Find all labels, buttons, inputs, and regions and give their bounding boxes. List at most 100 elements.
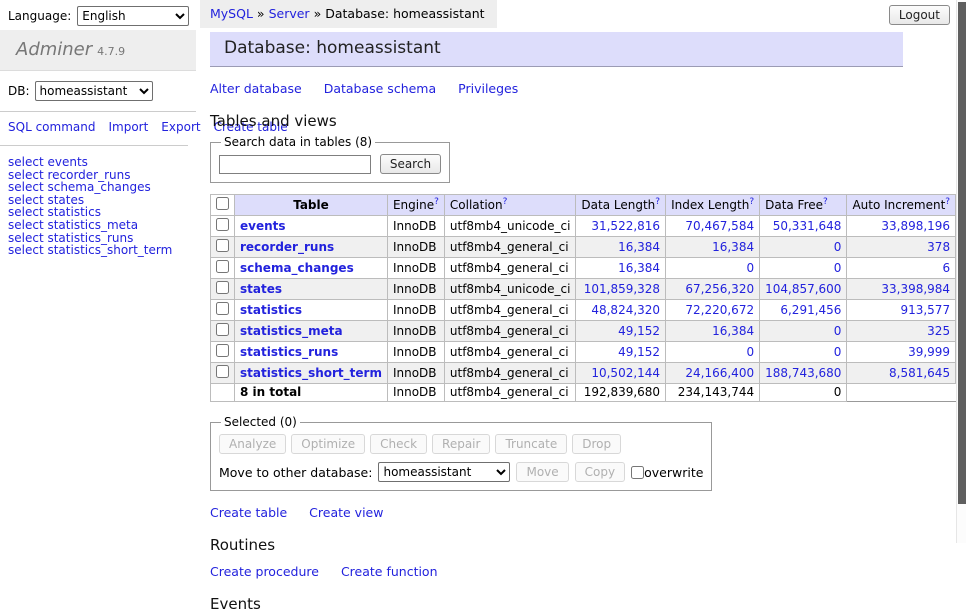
link-privileges[interactable]: Privileges	[458, 81, 518, 96]
link-database-schema[interactable]: Database schema	[324, 81, 436, 96]
table-link-recorder-runs[interactable]: recorder_runs	[240, 240, 334, 254]
table-link-statistics-short-term[interactable]: statistics_short_term	[240, 366, 382, 380]
statistics-short-term-data-free-link[interactable]: 188,743,680	[765, 366, 841, 380]
link-create-table[interactable]: Create table	[210, 505, 287, 520]
statistics-data-free-link[interactable]: 6,291,456	[780, 303, 841, 317]
analyze-button[interactable]: Analyze	[219, 434, 286, 454]
schema-changes-collation: utf8mb4_general_ci	[444, 258, 576, 279]
vertical-scrollbar[interactable]	[956, 0, 966, 543]
statistics-meta-data-free-link[interactable]: 0	[834, 324, 842, 338]
search-button[interactable]: Search	[380, 154, 441, 174]
table-link-events[interactable]: events	[240, 219, 286, 233]
events-data-length-link[interactable]: 31,522,816	[591, 219, 660, 233]
row-checkbox-states[interactable]	[216, 281, 229, 294]
overwrite-checkbox[interactable]	[631, 466, 644, 479]
select-all-checkbox[interactable]	[216, 197, 229, 210]
total-index-length: 234,143,744	[666, 384, 760, 402]
recorder-runs-data-length-link[interactable]: 16,384	[618, 240, 660, 254]
total-engine: InnoDB	[387, 384, 444, 402]
row-checkbox-statistics-meta[interactable]	[216, 323, 229, 336]
row-checkbox-schema-changes[interactable]	[216, 260, 229, 273]
link-sql-command[interactable]: SQL command	[8, 120, 95, 134]
statistics-short-term-auto-increment-link[interactable]: 8,581,645	[889, 366, 950, 380]
link-create-procedure[interactable]: Create procedure	[210, 564, 319, 579]
schema-changes-data-length-link[interactable]: 16,384	[618, 261, 660, 275]
states-data-length-link[interactable]: 101,859,328	[584, 282, 660, 296]
row-checkbox-statistics-runs[interactable]	[216, 344, 229, 357]
scrollbar-thumb[interactable]	[958, 2, 966, 504]
link-select-events[interactable]: select events	[8, 156, 188, 169]
check-button[interactable]: Check	[370, 434, 427, 454]
table-link-statistics[interactable]: statistics	[240, 303, 302, 317]
states-auto-increment-link[interactable]: 33,398,984	[881, 282, 950, 296]
statistics-meta-auto-increment-link[interactable]: 325	[927, 324, 950, 338]
move-database-select[interactable]: homeassistant	[378, 462, 510, 482]
row-checkbox-statistics[interactable]	[216, 302, 229, 315]
events-index-length-link[interactable]: 70,467,584	[685, 219, 754, 233]
events-data-free-link[interactable]: 50,331,648	[773, 219, 842, 233]
table-link-schema-changes[interactable]: schema_changes	[240, 261, 354, 275]
table-link-statistics-meta[interactable]: statistics_meta	[240, 324, 343, 338]
statistics-runs-data-free-link[interactable]: 0	[834, 345, 842, 359]
link-import[interactable]: Import	[108, 120, 148, 134]
states-index-length-link[interactable]: 67,256,320	[685, 282, 754, 296]
link-select-schema-changes[interactable]: select schema_changes	[8, 181, 188, 194]
table-link-states[interactable]: states	[240, 282, 282, 296]
breadcrumb-separator: »	[314, 6, 322, 21]
truncate-button[interactable]: Truncate	[495, 434, 567, 454]
link-create-function[interactable]: Create function	[341, 564, 438, 579]
breadcrumb-current: Database: homeassistant	[325, 6, 484, 21]
link-select-statistics-short-term[interactable]: select statistics_short_term	[8, 244, 188, 257]
logout-button[interactable]: Logout	[889, 5, 950, 25]
schema-changes-auto-increment-link[interactable]: 6	[942, 261, 950, 275]
recorder-runs-collation: utf8mb4_general_ci	[444, 237, 576, 258]
schema-changes-index-length-link[interactable]: 0	[746, 261, 754, 275]
link-alter-database[interactable]: Alter database	[210, 81, 302, 96]
help-index-length-icon[interactable]: ?	[749, 197, 754, 207]
app-name[interactable]: Adminer	[16, 39, 92, 60]
statistics-meta-data-length-link[interactable]: 49,152	[618, 324, 660, 338]
help-collation-icon[interactable]: ?	[503, 197, 508, 207]
schema-changes-data-free-link[interactable]: 0	[834, 261, 842, 275]
optimize-button[interactable]: Optimize	[291, 434, 365, 454]
link-select-statistics-meta[interactable]: select statistics_meta	[8, 219, 188, 232]
events-auto-increment-link[interactable]: 33,898,196	[881, 219, 950, 233]
search-legend: Search data in tables (8)	[221, 135, 375, 149]
row-checkbox-events[interactable]	[216, 218, 229, 231]
help-engine-icon[interactable]: ?	[434, 197, 439, 207]
language-select[interactable]: English	[77, 6, 189, 26]
row-checkbox-statistics-short-term[interactable]	[216, 365, 229, 378]
link-export[interactable]: Export	[161, 120, 200, 134]
recorder-runs-data-free-link[interactable]: 0	[834, 240, 842, 254]
help-data-free-icon[interactable]: ?	[823, 197, 828, 207]
row-checkbox-recorder-runs[interactable]	[216, 239, 229, 252]
search-fieldset: Search data in tables (8) Search	[210, 135, 450, 183]
statistics-runs-index-length-link[interactable]: 0	[746, 345, 754, 359]
help-data-length-icon[interactable]: ?	[655, 197, 660, 207]
repair-button[interactable]: Repair	[432, 434, 490, 454]
drop-button[interactable]: Drop	[572, 434, 621, 454]
copy-button[interactable]: Copy	[575, 462, 625, 482]
statistics-index-length-link[interactable]: 72,220,672	[685, 303, 754, 317]
statistics-short-term-data-length-link[interactable]: 10,502,144	[591, 366, 660, 380]
breadcrumb-server-link[interactable]: Server	[269, 6, 310, 21]
breadcrumb-mysql-link[interactable]: MySQL	[210, 6, 253, 21]
move-button[interactable]: Move	[516, 462, 568, 482]
statistics-short-term-index-length-link[interactable]: 24,166,400	[685, 366, 754, 380]
db-select[interactable]: homeassistant	[35, 81, 153, 101]
statistics-meta-index-length-link[interactable]: 16,384	[712, 324, 754, 338]
search-input[interactable]	[219, 155, 371, 174]
statistics-short-term-engine: InnoDB	[387, 363, 444, 384]
help-auto-increment-icon[interactable]: ?	[945, 197, 950, 207]
schema-changes-engine: InnoDB	[387, 258, 444, 279]
statistics-data-length-link[interactable]: 48,824,320	[591, 303, 660, 317]
overwrite-label: overwrite	[644, 465, 703, 480]
link-create-view[interactable]: Create view	[309, 505, 383, 520]
table-link-statistics-runs[interactable]: statistics_runs	[240, 345, 338, 359]
statistics-runs-auto-increment-link[interactable]: 39,999	[908, 345, 950, 359]
statistics-runs-data-length-link[interactable]: 49,152	[618, 345, 660, 359]
recorder-runs-auto-increment-link[interactable]: 378	[927, 240, 950, 254]
states-data-free-link[interactable]: 104,857,600	[765, 282, 841, 296]
statistics-auto-increment-link[interactable]: 913,577	[900, 303, 950, 317]
recorder-runs-index-length-link[interactable]: 16,384	[712, 240, 754, 254]
